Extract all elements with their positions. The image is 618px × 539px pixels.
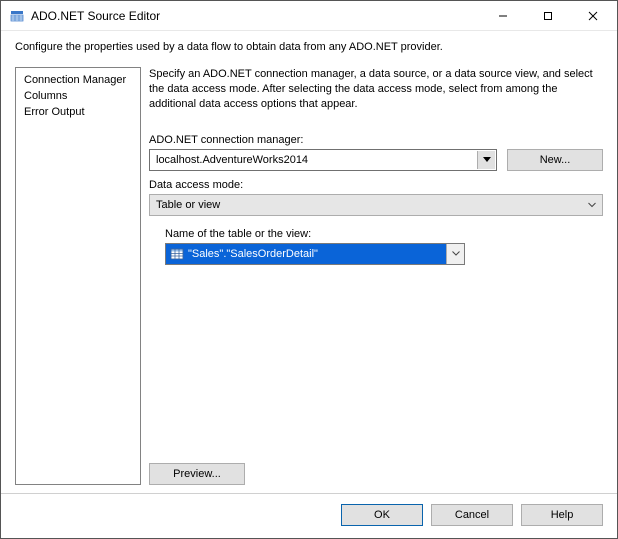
intro-text: Configure the properties used by a data …: [1, 31, 617, 67]
sidebar-item-connection-manager[interactable]: Connection Manager: [16, 72, 140, 88]
cancel-button[interactable]: Cancel: [431, 504, 513, 526]
chevron-down-icon: [477, 151, 495, 169]
maximize-button[interactable]: [525, 2, 570, 30]
window-controls: [480, 2, 615, 30]
conn-manager-dropdown[interactable]: localhost.AdventureWorks2014: [149, 149, 497, 171]
sidebar-item-columns[interactable]: Columns: [16, 88, 140, 104]
minimize-button[interactable]: [480, 2, 525, 30]
window-title: ADO.NET Source Editor: [31, 9, 480, 23]
main-pane: Specify an ADO.NET connection manager, a…: [149, 67, 603, 485]
instruction-text: Specify an ADO.NET connection manager, a…: [149, 67, 603, 112]
app-icon: [9, 8, 25, 24]
table-name-dropdown[interactable]: "Sales"."SalesOrderDetail": [165, 243, 465, 265]
data-access-mode-dropdown[interactable]: Table or view: [149, 194, 603, 216]
sidebar: Connection Manager Columns Error Output: [15, 67, 141, 485]
table-label: Name of the table or the view:: [165, 228, 603, 240]
table-section: Name of the table or the view:: [165, 228, 603, 265]
conn-manager-label: ADO.NET connection manager:: [149, 134, 603, 146]
chevron-down-icon: [446, 244, 464, 264]
table-icon: [170, 247, 184, 261]
table-selected-item: "Sales"."SalesOrderDetail": [166, 244, 446, 264]
mode-label: Data access mode:: [149, 179, 603, 191]
body-area: Connection Manager Columns Error Output …: [1, 67, 617, 493]
table-value: "Sales"."SalesOrderDetail": [188, 248, 318, 260]
conn-manager-value: localhost.AdventureWorks2014: [156, 154, 308, 166]
dialog-window: ADO.NET Source Editor Configure the prop…: [0, 0, 618, 539]
close-button[interactable]: [570, 2, 615, 30]
help-button[interactable]: Help: [521, 504, 603, 526]
mode-value: Table or view: [156, 199, 220, 211]
new-connection-button[interactable]: New...: [507, 149, 603, 171]
titlebar: ADO.NET Source Editor: [1, 1, 617, 31]
sidebar-item-error-output[interactable]: Error Output: [16, 104, 140, 120]
footer: OK Cancel Help: [1, 493, 617, 538]
preview-button[interactable]: Preview...: [149, 463, 245, 485]
ok-button[interactable]: OK: [341, 504, 423, 526]
chevron-down-icon: [588, 202, 596, 207]
